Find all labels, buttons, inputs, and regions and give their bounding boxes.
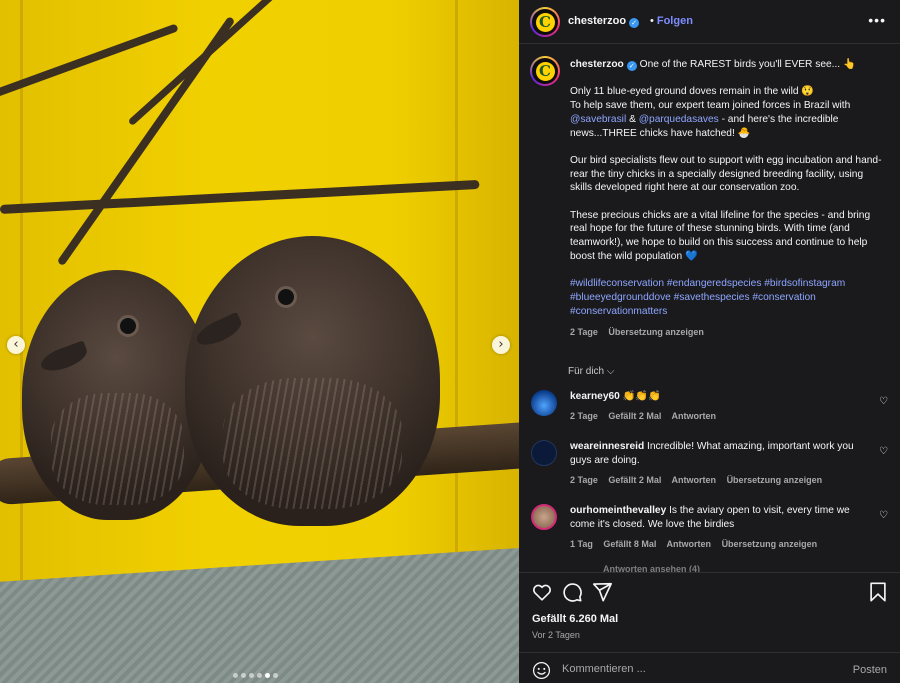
- carousel-dot: [233, 673, 238, 678]
- heart-icon[interactable]: [531, 581, 553, 603]
- comment-time: 2 Tage: [570, 411, 598, 421]
- comment-body: kearney60 👏👏👏 2 Tage Gefällt 2 Mal Antwo…: [570, 390, 870, 423]
- profile-avatar[interactable]: C: [530, 7, 560, 37]
- carousel-dot: [241, 673, 246, 678]
- reply-link[interactable]: Antworten: [667, 539, 712, 549]
- carousel-prev-button[interactable]: ‹: [7, 336, 25, 354]
- sort-comments-dropdown[interactable]: Für dich ⌵: [568, 366, 614, 377]
- caption-paragraph: These precious chicks are a vital lifeli…: [570, 209, 871, 262]
- comment-meta: 2 Tage Gefällt 2 Mal Antworten: [570, 409, 870, 423]
- post-caption: chesterzoo ✓ One of the RAREST birds you'…: [570, 58, 888, 340]
- share-icon[interactable]: [591, 581, 613, 603]
- chick-fluff: [50, 392, 184, 505]
- caption-paragraph: Our bird specialists flew out to support…: [570, 154, 882, 194]
- view-replies-link[interactable]: Antworten ansehen (4): [603, 564, 700, 572]
- hashtags[interactable]: #wildlifeconservation #endangeredspecies…: [570, 277, 888, 318]
- commenter-avatar[interactable]: [531, 440, 557, 466]
- carousel-dot: [249, 673, 254, 678]
- chick-beak: [193, 311, 245, 351]
- carousel-dot: [273, 673, 278, 678]
- follow-button[interactable]: • Folgen: [650, 15, 693, 27]
- comment-composer: Posten: [519, 652, 900, 683]
- chick-beak: [38, 340, 90, 376]
- mention-link[interactable]: @savebrasil: [570, 114, 626, 125]
- action-bar: Gefällt 6.260 Mal Vor 2 Tagen: [519, 572, 900, 646]
- like-count[interactable]: Gefällt 6.260 Mal: [532, 613, 618, 625]
- emoji-icon[interactable]: [532, 661, 551, 680]
- commenter-username[interactable]: weareinnesreid: [570, 441, 644, 452]
- translate-link[interactable]: Übersetzung anzeigen: [608, 327, 704, 337]
- follow-label: Folgen: [656, 15, 693, 27]
- chick-left: [22, 270, 212, 520]
- post-media[interactable]: ‹ ›: [0, 0, 519, 683]
- comment-icon[interactable]: [561, 581, 583, 603]
- post-date: Vor 2 Tagen: [532, 630, 580, 640]
- carousel-dot: [257, 673, 262, 678]
- separator-dot: •: [650, 15, 654, 27]
- reply-link[interactable]: Antworten: [672, 411, 717, 421]
- bookmark-icon[interactable]: [867, 581, 889, 603]
- caption-meta: 2 Tage Übersetzung anzeigen: [570, 326, 888, 340]
- caption-headline: One of the RAREST birds you'll EVER see.…: [639, 59, 856, 70]
- username-text: chesterzoo: [568, 15, 627, 27]
- commenter-username[interactable]: ourhomeinthevalley: [570, 505, 666, 516]
- carousel-indicator: [233, 673, 278, 678]
- comment-likes[interactable]: Gefällt 2 Mal: [608, 475, 661, 485]
- translate-link[interactable]: Übersetzung anzeigen: [727, 475, 823, 485]
- caption-username[interactable]: chesterzoo: [570, 59, 624, 70]
- comment-meta: 2 Tage Gefällt 2 Mal Antworten Übersetzu…: [570, 473, 870, 487]
- commenter-avatar[interactable]: [531, 504, 557, 530]
- caption-line: Only 11 blue-eyed ground doves remain in…: [570, 86, 815, 98]
- post-comment-button[interactable]: Posten: [853, 664, 887, 676]
- caption-ampersand: &: [629, 113, 636, 125]
- comment-meta: 1 Tag Gefällt 8 Mal Antworten Übersetzun…: [570, 537, 870, 551]
- carousel-next-button[interactable]: ›: [492, 336, 510, 354]
- comment-body: weareinnesreid Incredible! What amazing,…: [570, 440, 870, 487]
- chick-fluff: [223, 378, 402, 509]
- chester-zoo-logo-icon: C: [535, 61, 555, 81]
- comment-time: 1 Tag: [570, 539, 593, 549]
- chick-eye: [275, 286, 297, 308]
- comment-text: 👏👏👏: [622, 391, 661, 402]
- commenter-username[interactable]: kearney60: [570, 391, 620, 402]
- chick-eye: [117, 315, 139, 337]
- verified-icon: ✓: [629, 18, 640, 28]
- comment-time: 2 Tage: [570, 475, 598, 485]
- commenter-avatar[interactable]: [531, 390, 557, 416]
- post-header: C chesterzoo ✓ • Folgen •••: [519, 0, 900, 44]
- chester-zoo-logo-icon: C: [535, 12, 555, 32]
- more-options-icon[interactable]: •••: [868, 12, 886, 28]
- comments-scroll-area[interactable]: C chesterzoo ✓ One of the RAREST birds yo…: [519, 45, 900, 572]
- caption-time: 2 Tage: [570, 326, 598, 337]
- comment-likes[interactable]: Gefällt 8 Mal: [603, 539, 656, 549]
- like-comment-heart-icon[interactable]: ♡: [879, 510, 888, 521]
- username-link[interactable]: chesterzoo ✓: [568, 15, 640, 28]
- post-details-panel: C chesterzoo ✓ • Folgen ••• C chesterzoo ✓ …: [519, 0, 900, 683]
- like-comment-heart-icon[interactable]: ♡: [879, 446, 888, 457]
- caption-line: To help save them, our expert team joine…: [570, 100, 851, 112]
- mention-link[interactable]: @parquedasaves: [639, 114, 719, 125]
- carousel-dot: [265, 673, 270, 678]
- chick-right: [185, 236, 440, 526]
- reply-link[interactable]: Antworten: [672, 475, 717, 485]
- like-comment-heart-icon[interactable]: ♡: [879, 396, 888, 407]
- comment-likes[interactable]: Gefällt 2 Mal: [608, 411, 661, 421]
- verified-icon: ✓: [626, 61, 637, 71]
- translate-link[interactable]: Übersetzung anzeigen: [722, 539, 818, 549]
- comment-input[interactable]: [562, 663, 832, 675]
- caption-avatar[interactable]: C: [530, 56, 560, 86]
- comment-body: ourhomeinthevalley Is the aviary open to…: [570, 504, 870, 551]
